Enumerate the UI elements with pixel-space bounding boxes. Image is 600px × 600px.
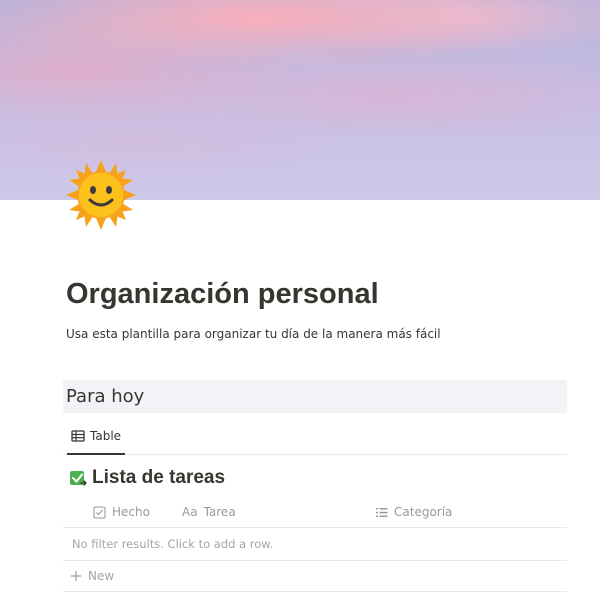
column-label-hecho: Hecho — [112, 505, 150, 519]
column-label-categoria: Categoría — [394, 505, 453, 519]
column-header-hecho[interactable]: Hecho — [93, 497, 150, 527]
page: Organización personal Usa esta plantilla… — [0, 0, 600, 600]
page-description[interactable]: Usa esta plantilla para organizar tu día… — [66, 326, 441, 342]
new-row-button[interactable]: New — [63, 561, 567, 592]
section-heading: Para hoy — [66, 386, 145, 407]
new-row-label: New — [88, 569, 115, 583]
page-title[interactable]: Organización personal — [66, 276, 379, 312]
empty-results-row[interactable]: No filter results. Click to add a row. — [63, 528, 567, 561]
view-tabs: Table — [63, 418, 567, 455]
section-heading-block[interactable]: Para hoy — [63, 380, 567, 413]
checkbox-property-icon — [93, 505, 106, 519]
checkbox-checked-icon — [70, 470, 87, 486]
column-label-tarea: Tarea — [203, 505, 236, 519]
tab-table-label: Table — [90, 428, 122, 443]
tab-table-view[interactable]: Table — [67, 418, 126, 455]
column-header-categoria[interactable]: Categoría — [375, 497, 452, 527]
database-title[interactable]: Lista de tareas — [69, 466, 225, 490]
column-header-tarea[interactable]: Aa Tarea — [182, 497, 236, 527]
sun-with-face-icon[interactable] — [66, 160, 136, 230]
database-title-label: Lista de tareas — [92, 467, 226, 488]
table-header: Hecho Aa Tarea Categoría — [63, 497, 567, 528]
text-property-icon: Aa — [182, 505, 198, 519]
list-property-icon — [376, 507, 388, 517]
table-icon — [71, 429, 85, 442]
plus-icon — [71, 571, 81, 581]
empty-results-message: No filter results. Click to add a row. — [72, 537, 274, 551]
